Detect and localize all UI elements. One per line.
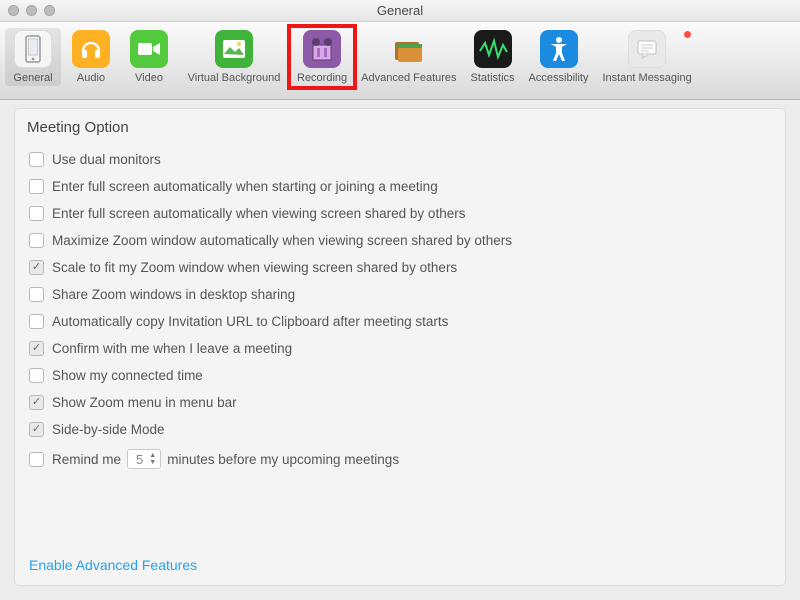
option-label: Side-by-side Mode: [52, 422, 165, 437]
option-confirm-leave[interactable]: Confirm with me when I leave a meeting: [27, 335, 773, 362]
checkbox[interactable]: [29, 341, 44, 356]
remind-minutes-value: 5: [136, 452, 143, 467]
checkbox[interactable]: [29, 422, 44, 437]
tab-label: Accessibility: [529, 72, 589, 84]
window-title: General: [0, 3, 800, 18]
audio-icon: [72, 30, 110, 68]
checkbox[interactable]: [29, 206, 44, 221]
section-title: Meeting Option: [27, 119, 773, 136]
tab-label: Recording: [297, 72, 347, 84]
tab-label: General: [13, 72, 52, 84]
option-label: Automatically copy Invitation URL to Cli…: [52, 314, 448, 329]
remind-suffix: minutes before my upcoming meetings: [167, 452, 399, 467]
advanced-icon: [390, 30, 428, 68]
tab-recording[interactable]: Recording: [291, 28, 353, 86]
option-maximize-shared[interactable]: Maximize Zoom window automatically when …: [27, 227, 773, 254]
tab-label: Virtual Background: [188, 72, 281, 84]
tab-label: Audio: [77, 72, 105, 84]
virtual-bg-icon: [215, 30, 253, 68]
option-remind-me[interactable]: Remind me 5 ▲▼ minutes before my upcomin…: [27, 443, 773, 475]
option-share-windows[interactable]: Share Zoom windows in desktop sharing: [27, 281, 773, 308]
option-label: Share Zoom windows in desktop sharing: [52, 287, 295, 302]
tab-accessibility[interactable]: Accessibility: [523, 28, 595, 86]
tab-statistics[interactable]: Statistics: [465, 28, 521, 86]
option-menu-bar[interactable]: Show Zoom menu in menu bar: [27, 389, 773, 416]
tab-label: Statistics: [471, 72, 515, 84]
checkbox[interactable]: [29, 395, 44, 410]
tab-general[interactable]: General: [5, 28, 61, 86]
enable-advanced-features-link[interactable]: Enable Advanced Features: [29, 557, 197, 573]
tab-label: Video: [135, 72, 163, 84]
option-scale-fit[interactable]: Scale to fit my Zoom window when viewing…: [27, 254, 773, 281]
remind-prefix: Remind me: [52, 452, 121, 467]
checkbox[interactable]: [29, 452, 44, 467]
checkbox[interactable]: [29, 233, 44, 248]
option-label: Maximize Zoom window automatically when …: [52, 233, 512, 248]
tab-instant-messaging[interactable]: Instant Messaging: [596, 28, 697, 86]
option-dual-monitors[interactable]: Use dual monitors: [27, 146, 773, 173]
statistics-icon: [474, 30, 512, 68]
checkbox[interactable]: [29, 152, 44, 167]
option-label: Confirm with me when I leave a meeting: [52, 341, 292, 356]
meeting-option-panel: Meeting Option Use dual monitors Enter f…: [14, 108, 786, 586]
option-label: Show my connected time: [52, 368, 203, 383]
messaging-icon: [628, 30, 666, 68]
checkbox[interactable]: [29, 368, 44, 383]
option-label: Scale to fit my Zoom window when viewing…: [52, 260, 457, 275]
tab-advanced-features[interactable]: Advanced Features: [355, 28, 462, 86]
checkbox[interactable]: [29, 314, 44, 329]
checkbox[interactable]: [29, 179, 44, 194]
option-label: Show Zoom menu in menu bar: [52, 395, 237, 410]
tab-audio[interactable]: Audio: [63, 28, 119, 86]
checkbox[interactable]: [29, 287, 44, 302]
preferences-toolbar: General Audio Video Virtual Background R…: [0, 22, 800, 100]
video-icon: [130, 30, 168, 68]
tab-label: Instant Messaging: [602, 72, 691, 84]
checkbox[interactable]: [29, 260, 44, 275]
option-fullscreen-start[interactable]: Enter full screen automatically when sta…: [27, 173, 773, 200]
content-area: Meeting Option Use dual monitors Enter f…: [0, 100, 800, 600]
tab-virtual-background[interactable]: Virtual Background: [179, 28, 289, 86]
general-icon: [14, 30, 52, 68]
option-label: Enter full screen automatically when vie…: [52, 206, 465, 221]
option-side-by-side[interactable]: Side-by-side Mode: [27, 416, 773, 443]
option-connected-time[interactable]: Show my connected time: [27, 362, 773, 389]
notification-badge: [683, 30, 692, 39]
recording-icon: [303, 30, 341, 68]
stepper-arrows-icon[interactable]: ▲▼: [149, 452, 156, 466]
titlebar: General: [0, 0, 800, 22]
option-copy-url[interactable]: Automatically copy Invitation URL to Cli…: [27, 308, 773, 335]
option-fullscreen-shared[interactable]: Enter full screen automatically when vie…: [27, 200, 773, 227]
tab-video[interactable]: Video: [121, 28, 177, 86]
option-label: Enter full screen automatically when sta…: [52, 179, 438, 194]
remind-minutes-stepper[interactable]: 5 ▲▼: [127, 449, 161, 469]
tab-label: Advanced Features: [361, 72, 456, 84]
option-label: Use dual monitors: [52, 152, 161, 167]
accessibility-icon: [540, 30, 578, 68]
